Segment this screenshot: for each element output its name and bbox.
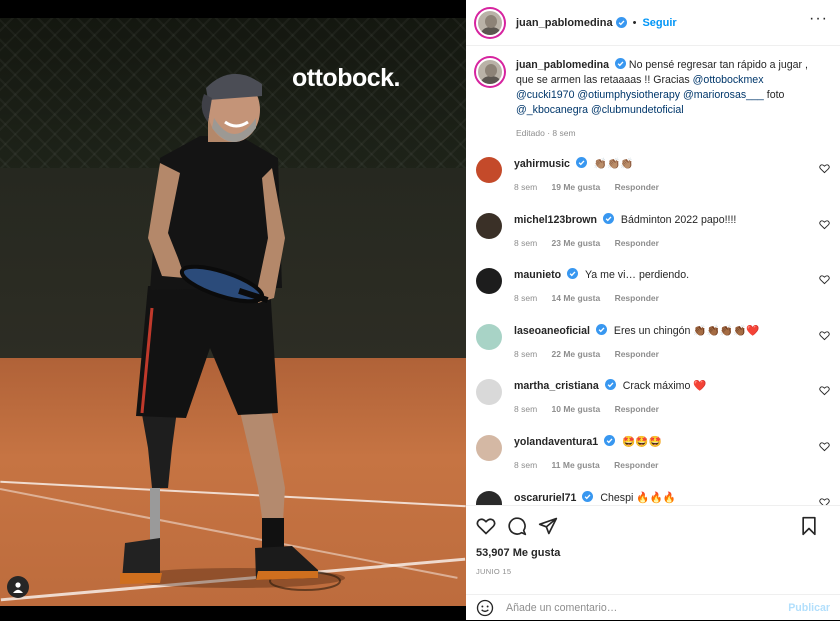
tennis-player-figure	[120, 73, 345, 591]
emoji-icon[interactable]	[476, 599, 494, 617]
comment-item: martha_cristiana Crack máximo ❤️ 8 sem 1…	[466, 379, 840, 435]
caption-edited-time: Editado · 8 sem	[516, 128, 576, 138]
like-comment-heart-icon[interactable]	[819, 385, 830, 396]
comment-username[interactable]: yahirmusic	[514, 158, 570, 170]
comment-username[interactable]: laseoaneoficial	[514, 325, 590, 337]
comment-bubble-icon[interactable]	[507, 516, 527, 536]
verified-badge-icon	[595, 323, 607, 335]
comment-avatar[interactable]	[476, 379, 502, 406]
verified-badge-icon	[615, 17, 627, 28]
post-caption: juan_pablomedina No pensé regresar tan r…	[466, 47, 840, 141]
comment-text: Crack máximo ❤️	[622, 380, 707, 393]
comment-input[interactable]	[506, 602, 766, 614]
comment-item: yolandaventura1 🤩🤩🤩 8 sem 11 Me gusta Re…	[466, 434, 840, 491]
caption-avatar[interactable]	[476, 58, 504, 86]
comment-avatar[interactable]	[476, 323, 502, 350]
mention-link[interactable]: @cucki1970	[516, 89, 574, 101]
comment-likes[interactable]: 23 Me gusta	[552, 238, 601, 248]
comment-item: yahirmusic 👏🏽👏🏽👏🏽 8 sem 19 Me gusta Resp…	[466, 157, 840, 213]
mention-link[interactable]: @ottobockmex	[693, 74, 764, 86]
verified-badge-icon	[582, 490, 594, 502]
verified-badge-icon	[575, 157, 587, 168]
verified-badge-icon	[604, 379, 616, 391]
comment-username[interactable]: martha_cristiana	[514, 380, 599, 392]
like-comment-heart-icon[interactable]	[819, 219, 830, 230]
caption-foto-word: foto	[766, 89, 785, 101]
more-options-icon[interactable]: ···	[809, 11, 828, 27]
post-header: juan_pablomedina • Seguir ···	[466, 0, 840, 46]
comment-likes[interactable]: 11 Me gusta	[552, 460, 600, 470]
user-icon	[13, 582, 23, 593]
comment-age: 8 sem	[514, 182, 538, 192]
post-modal: ottobock. juan_pablomedina • Seguir ··· …	[0, 0, 840, 620]
header-separator: •	[632, 16, 637, 29]
comment-item: michel123brown Bádminton 2022 papo!!!! 8…	[466, 212, 840, 269]
comment-text: 🤩🤩🤩	[622, 435, 662, 448]
comment-likes[interactable]: 22 Me gusta	[552, 349, 601, 359]
reply-button[interactable]: Responder	[615, 349, 659, 359]
save-bookmark-icon[interactable]	[799, 516, 819, 536]
publish-button[interactable]: Publicar	[788, 602, 830, 614]
caption-username[interactable]: juan_pablomedina	[516, 59, 609, 71]
author-username[interactable]: juan_pablomedina	[516, 17, 613, 29]
reply-button[interactable]: Responder	[615, 404, 659, 414]
verified-badge-icon	[614, 58, 626, 69]
comment-age: 8 sem	[514, 293, 538, 304]
comment-username[interactable]: yolandaventura1	[514, 436, 598, 448]
comment-text: Ya me vi… perdiendo.	[585, 269, 690, 282]
comment-age: 8 sem	[514, 348, 538, 359]
comment-username[interactable]: michel123brown	[514, 214, 597, 226]
verified-badge-icon	[602, 212, 614, 224]
comment-avatar[interactable]	[476, 212, 502, 239]
comment-likes[interactable]: 10 Me gusta	[552, 404, 601, 414]
likes-count[interactable]: 53,907 Me gusta	[466, 547, 840, 559]
comment-avatar[interactable]	[476, 434, 502, 461]
comments-list[interactable]: juan_pablomedina No pensé regresar tan r…	[466, 47, 840, 505]
like-heart-icon[interactable]	[476, 516, 496, 536]
like-comment-heart-icon[interactable]	[819, 497, 830, 505]
comment-text: Eres un chingón 👏🏾👏🏾👏🏾👏🏾❤️	[613, 324, 760, 337]
comment-username[interactable]: maunieto	[514, 269, 561, 281]
reply-button[interactable]: Responder	[614, 460, 658, 470]
like-comment-heart-icon[interactable]	[819, 274, 830, 285]
mention-link[interactable]: @otiumphysiotherapy	[577, 89, 680, 101]
reply-button[interactable]: Responder	[615, 238, 659, 248]
comment-text: 👏🏽👏🏽👏🏽	[593, 158, 634, 170]
reply-button[interactable]: Responder	[615, 182, 659, 192]
comment-likes[interactable]: 14 Me gusta	[552, 293, 601, 303]
comment-age: 8 sem	[514, 237, 538, 248]
comment-username[interactable]: oscaruriel71	[514, 492, 576, 504]
post-photo[interactable]: ottobock.	[0, 18, 466, 606]
like-comment-heart-icon[interactable]	[819, 163, 830, 174]
mention-link[interactable]: @clubmundetoficial	[591, 104, 684, 116]
add-comment-bar: Publicar	[466, 594, 840, 621]
comment-item: oscaruriel71 Chespi 🔥🔥🔥	[466, 490, 840, 505]
verified-badge-icon	[604, 434, 616, 446]
comment-text: Bádminton 2022 papo!!!!	[620, 213, 737, 226]
comment-avatar[interactable]	[476, 490, 502, 505]
post-date: JUNIO 15	[476, 567, 512, 576]
tagged-people-button[interactable]	[7, 576, 29, 598]
like-comment-heart-icon[interactable]	[819, 330, 830, 341]
comment-text: Chespi 🔥🔥🔥	[600, 491, 676, 504]
comment-item: laseoaneoficial Eres un chingón 👏🏾👏🏾👏🏾👏🏾…	[466, 323, 840, 380]
comment-avatar[interactable]	[476, 268, 502, 295]
reply-button[interactable]: Responder	[615, 293, 659, 303]
comment-age: 8 sem	[514, 459, 538, 470]
author-avatar[interactable]	[476, 8, 504, 37]
comment-item: maunieto Ya me vi… perdiendo. 8 sem 14 M…	[466, 268, 840, 324]
like-comment-heart-icon[interactable]	[819, 441, 830, 452]
mention-link[interactable]: @mariorosas___	[683, 89, 764, 101]
mention-link[interactable]: @_kbocanegra	[516, 104, 588, 116]
comment-age: 8 sem	[514, 404, 538, 415]
follow-button[interactable]: Seguir	[642, 17, 676, 29]
comment-avatar[interactable]	[476, 157, 502, 183]
share-paper-plane-icon[interactable]	[538, 516, 558, 536]
post-details-panel: juan_pablomedina • Seguir ··· juan_pablo…	[466, 0, 840, 620]
verified-badge-icon	[567, 268, 579, 280]
post-actions: 53,907 Me gusta JUNIO 15 Publicar	[466, 505, 840, 620]
comment-likes[interactable]: 19 Me gusta	[552, 182, 601, 192]
